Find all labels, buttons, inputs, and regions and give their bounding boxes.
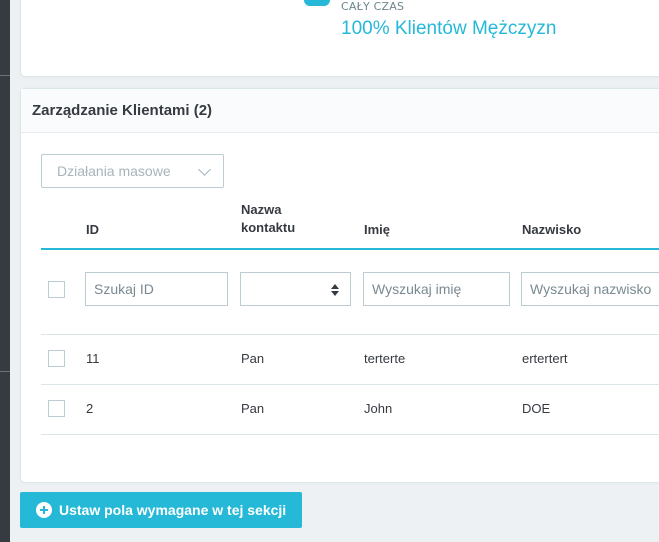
filter-contact-select[interactable]	[240, 272, 351, 306]
bulk-actions-label: Działania masowe	[57, 163, 171, 179]
cell-last-name: DOE	[522, 401, 551, 416]
stats-panel: CAŁY CZAS 100% Klientów Mężczyzn	[20, 0, 659, 77]
table-row[interactable]: 2 Pan John DOE	[41, 385, 659, 435]
cell-first-name: John	[364, 401, 393, 416]
filter-last-name-input[interactable]	[521, 272, 659, 306]
column-header-first-name[interactable]: Imię	[364, 221, 390, 239]
set-required-fields-label: Ustaw pola wymagane w tej sekcji	[59, 502, 287, 518]
cell-first-name: terterte	[364, 351, 406, 366]
sort-up-icon	[331, 284, 339, 289]
panel-title: Zarządzanie Klientami (2)	[21, 89, 659, 133]
set-required-fields-button[interactable]: Ustaw pola wymagane w tej sekcji	[20, 492, 302, 528]
column-header-contact[interactable]: Nazwa kontaktu	[241, 201, 295, 237]
chevron-down-icon	[198, 163, 211, 176]
cell-id: 11	[86, 351, 100, 366]
cell-contact: Pan	[241, 401, 265, 416]
stat-value: 100% Klientów Mężczyzn	[341, 18, 557, 39]
column-header-contact-line2: kontaktu	[241, 220, 296, 235]
select-all-checkbox[interactable]	[48, 281, 65, 298]
cell-contact: Pan	[241, 351, 265, 366]
customers-panel: Zarządzanie Klientami (2) Działania maso…	[20, 88, 659, 483]
stat-period-label: CAŁY CZAS	[341, 0, 405, 13]
table-header-row: ID Nazwa kontaktu Imię Nazwisko	[41, 196, 659, 250]
plus-circle-icon	[36, 502, 52, 518]
column-header-id[interactable]: ID	[86, 221, 99, 239]
column-header-contact-line1: Nazwa	[241, 202, 282, 217]
table-filter-row	[41, 250, 659, 335]
cell-last-name: ertertert	[522, 351, 568, 366]
filter-id-input[interactable]	[85, 272, 228, 306]
sidebar-divider	[0, 371, 10, 372]
customers-table: ID Nazwa kontaktu Imię Nazwisko 11 Pan t…	[41, 196, 659, 435]
row-checkbox[interactable]	[48, 400, 65, 417]
sort-down-icon	[331, 291, 339, 296]
user-icon	[304, 0, 330, 6]
left-sidebar-edge	[0, 0, 10, 542]
filter-first-name-input[interactable]	[363, 272, 510, 306]
cell-id: 2	[86, 401, 94, 416]
column-header-last-name[interactable]: Nazwisko	[522, 221, 581, 239]
bulk-actions-dropdown[interactable]: Działania masowe	[41, 154, 224, 188]
sidebar-divider	[0, 75, 10, 76]
row-checkbox[interactable]	[48, 350, 65, 367]
table-row[interactable]: 11 Pan terterte ertertert	[41, 335, 659, 385]
